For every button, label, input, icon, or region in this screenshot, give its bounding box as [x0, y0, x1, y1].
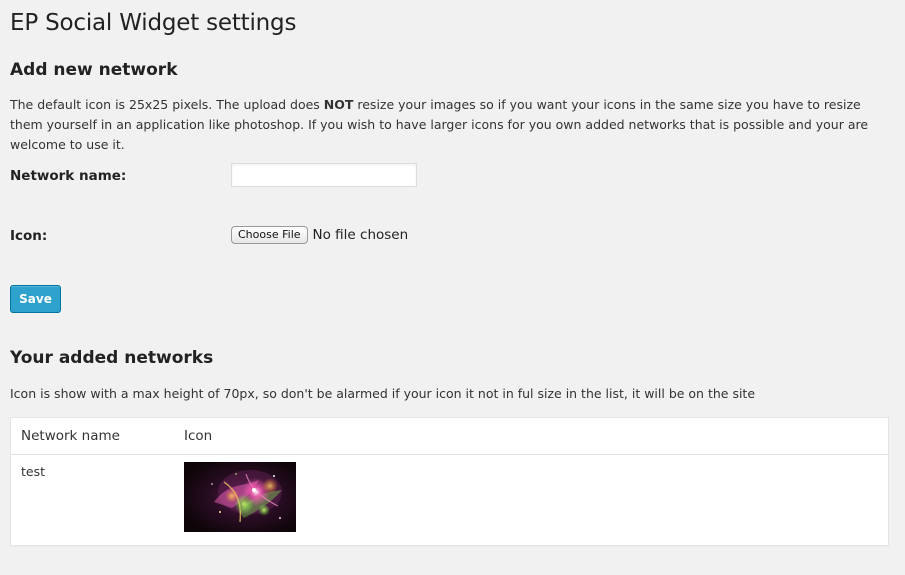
- page-title: EP Social Widget settings: [10, 10, 297, 36]
- column-header-network-name: Network name: [21, 428, 120, 444]
- icon-label: Icon:: [10, 228, 48, 244]
- description-text-start: The default icon is 25x25 pixels. The up…: [10, 97, 324, 112]
- network-name-cell: test: [21, 464, 46, 479]
- save-button[interactable]: Save: [10, 285, 61, 313]
- network-icon-image: [184, 462, 296, 532]
- table-header: Network name Icon: [11, 418, 888, 455]
- add-network-description: The default icon is 25x25 pixels. The up…: [10, 95, 895, 155]
- network-name-label: Network name:: [10, 168, 127, 184]
- add-network-heading: Add new network: [10, 60, 178, 80]
- your-networks-heading: Your added networks: [10, 348, 214, 368]
- column-header-icon: Icon: [184, 428, 213, 444]
- network-name-input[interactable]: [231, 163, 417, 187]
- settings-page: EP Social Widget settings Add new networ…: [0, 0, 905, 575]
- your-networks-description: Icon is show with a max height of 70px, …: [10, 386, 756, 401]
- choose-file-button[interactable]: Choose File: [231, 226, 308, 244]
- no-file-status: No file chosen: [312, 227, 409, 243]
- description-emphasis: NOT: [323, 97, 354, 112]
- networks-table: Network name Icon test: [10, 417, 889, 546]
- icon-file-picker: Choose File No file chosen: [231, 224, 408, 246]
